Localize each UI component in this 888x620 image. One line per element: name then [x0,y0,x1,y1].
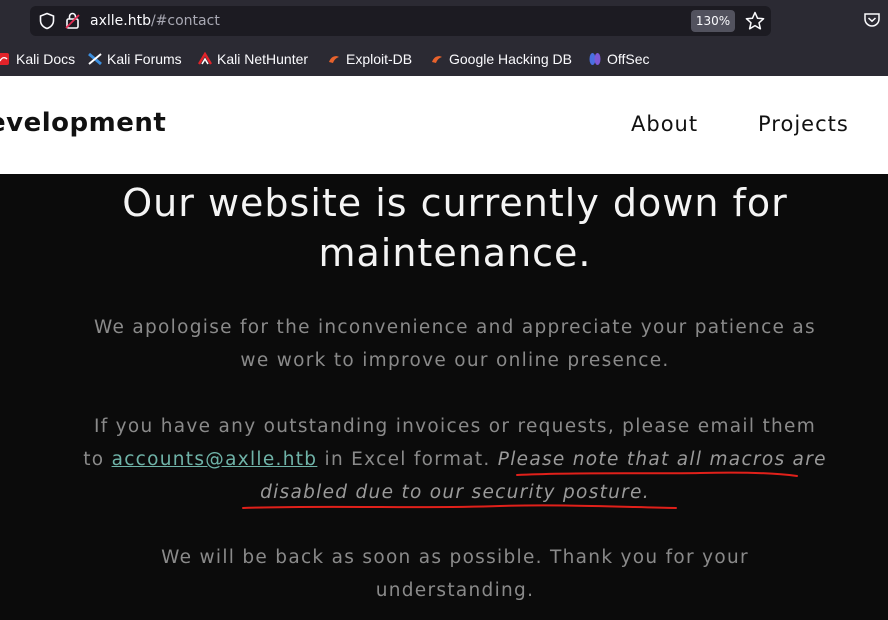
url-text[interactable]: axlle.htb/#contact [90,13,220,29]
closing-paragraph: We will be back as soon as possible. Tha… [161,547,749,601]
kali-nethunter-icon [198,52,212,65]
bookmark-kali-forums[interactable]: Kali Forums [88,50,182,68]
maintenance-section: Our website is currently down for mainte… [0,174,888,620]
bookmark-label: Kali Forums [107,51,182,67]
bookmark-label: Exploit-DB [346,51,413,67]
nav-about-link[interactable]: About [631,112,698,136]
bookmark-label: Kali NetHunter [217,51,309,67]
kali-forums-icon [88,52,102,66]
offsec-icon [589,53,601,65]
maintenance-headline: Our website is currently down for mainte… [122,181,788,275]
address-bar[interactable]: axlle.htb/#contact 130% [30,6,771,36]
url-path: /#contact [150,13,220,29]
site-header: evelopment About Projects [0,76,888,174]
browser-toolbar: axlle.htb/#contact 130% [0,0,888,42]
bookmark-label: Google Hacking DB [449,51,572,67]
bookmark-label: Kali Docs [16,51,76,67]
bookmark-google-hacking-db[interactable]: Google Hacking DB [430,50,572,68]
nav-projects-link[interactable]: Projects [758,112,849,136]
bookmark-kali-docs[interactable]: Kali Docs [0,50,75,68]
ghdb-icon [432,56,442,63]
exploit-db-icon [329,56,339,63]
invoice-text-mid: in Excel format. [317,449,498,470]
zoom-badge[interactable]: 130% [691,10,735,32]
apology-paragraph: We apologise for the inconvenience and a… [93,317,816,371]
bookmark-exploit-db[interactable]: Exploit-DB [327,50,412,68]
star-icon[interactable] [744,10,766,32]
bookmark-kali-nethunter[interactable]: Kali NetHunter [198,50,308,68]
kali-docs-icon [0,53,9,65]
bookmark-offsec[interactable]: OffSec [588,50,650,68]
site-brand[interactable]: evelopment [0,108,166,138]
bookmarks-bar: Kali Docs Kali Forums Kali NetHunter Exp… [0,42,888,76]
url-host: axlle.htb [90,13,151,29]
pocket-icon[interactable] [863,11,881,29]
shield-icon[interactable] [38,12,56,30]
lock-icon[interactable] [64,11,82,31]
email-link[interactable]: accounts@axlle.htb [112,449,318,470]
bookmark-label: OffSec [607,51,650,67]
invoice-paragraph: If you have any outstanding invoices or … [80,410,830,509]
